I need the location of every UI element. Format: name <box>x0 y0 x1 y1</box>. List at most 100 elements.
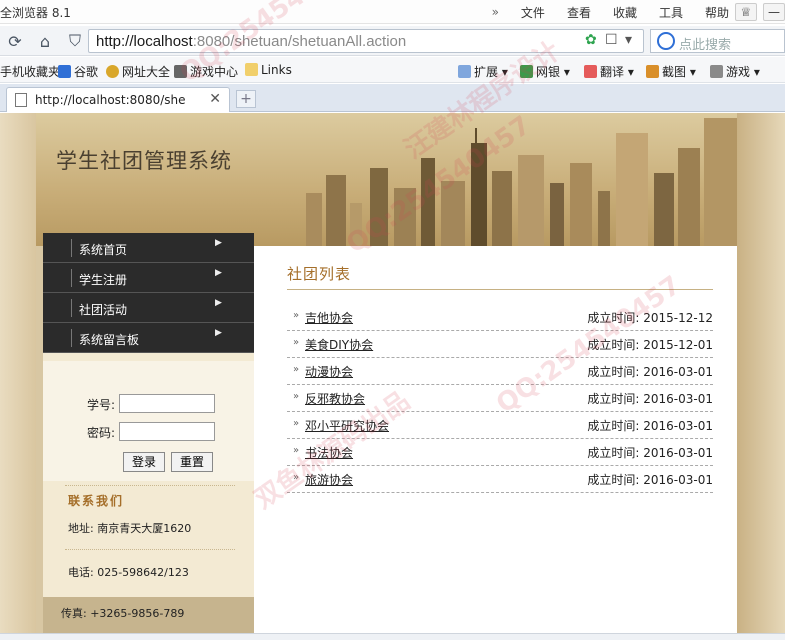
scissors-icon <box>646 65 659 78</box>
search-box[interactable]: 点此搜索 <box>650 29 785 53</box>
nav-item-label: 社团活动 <box>79 303 128 317</box>
nav-item-home[interactable]: 系统首页 ▶ <box>43 233 254 263</box>
menu-tools[interactable]: 工具 <box>659 4 683 21</box>
arrow-right-icon: ▶ <box>215 238 222 248</box>
nav-separator <box>71 329 72 347</box>
club-link[interactable]: 反邪教协会 <box>305 390 365 407</box>
menu-favorites[interactable]: 收藏 <box>613 4 637 21</box>
list-item: » 美食DIY协会 成立时间: 2015-12-01 <box>287 331 713 358</box>
divider <box>65 549 235 550</box>
shield-icon[interactable]: ⛉ <box>62 29 88 53</box>
club-founded: 成立时间: 2015-12-12 <box>587 311 713 325</box>
browser-titlebar: 全浏览器 8.1 » 文件 查看 收藏 工具 帮助 ♕ — <box>0 0 785 24</box>
club-link[interactable]: 书法协会 <box>305 444 353 461</box>
nav-separator <box>71 269 72 287</box>
menu-help[interactable]: 帮助 <box>705 4 729 21</box>
page-bg-right <box>737 113 785 633</box>
new-tab-button[interactable]: + <box>236 90 256 108</box>
divider <box>65 485 235 486</box>
address-bar[interactable]: http://localhost:8080/shetuan/shetuanAll… <box>88 29 644 53</box>
contact-heading: 联系我们 <box>68 494 125 508</box>
club-link[interactable]: 吉他协会 <box>305 309 353 326</box>
club-link[interactable]: 动漫协会 <box>305 363 353 380</box>
fav-sites[interactable]: 网址大全 <box>106 63 170 80</box>
tab-bar: http://localhost:8080/shetuan/shetuanAll… <box>0 84 785 112</box>
extension-icon <box>458 65 471 78</box>
speedup-icon[interactable]: ✿ <box>585 32 597 48</box>
club-list: » 吉他协会 成立时间: 2015-12-12 » 美食DIY协会 成立时间: … <box>287 304 713 493</box>
minimize-icon[interactable]: — <box>763 3 785 21</box>
shirt-skin-icon[interactable]: ♕ <box>735 3 757 21</box>
main-content: 社团列表 » 吉他协会 成立时间: 2015-12-12 » 美食DIY协会 成… <box>254 246 737 633</box>
page-icon <box>15 93 27 107</box>
gamepad-icon <box>174 65 187 78</box>
page-bg-left <box>0 113 36 633</box>
menu-file[interactable]: 文件 <box>521 4 545 21</box>
toolbar-screenshot[interactable]: 截图 ▾ <box>646 63 696 80</box>
tab-active[interactable]: http://localhost:8080/shetuan/shetuanAll… <box>6 87 230 112</box>
status-bar <box>0 633 785 640</box>
google-icon <box>58 65 71 78</box>
refresh-icon[interactable]: ⟳ <box>2 29 28 53</box>
club-founded: 成立时间: 2016-03-01 <box>587 446 713 460</box>
contact-phone: 电话: 025-598642/123 <box>68 566 189 579</box>
bullet-icon: » <box>293 472 300 483</box>
password-label: 密码: <box>87 426 116 440</box>
toolbar-extensions[interactable]: 扩展 ▾ <box>458 63 508 80</box>
fav-google[interactable]: 谷歌 <box>58 63 98 80</box>
address-url[interactable]: http://localhost:8080/shetuan/shetuanAll… <box>96 33 406 50</box>
toolbar-banking[interactable]: 网银 ▾ <box>520 63 570 80</box>
password-input[interactable] <box>119 422 215 441</box>
compat-mode-icon[interactable]: ☐ <box>605 32 618 48</box>
page-heading: 社团列表 <box>287 265 352 283</box>
list-item: » 吉他协会 成立时间: 2015-12-12 <box>287 304 713 331</box>
menu-chevron-icon[interactable]: » <box>492 5 499 19</box>
site-title: 学生社团管理系统 <box>56 149 232 173</box>
search-engine-icon[interactable] <box>657 32 675 50</box>
menu-view[interactable]: 查看 <box>567 4 591 21</box>
club-founded: 成立时间: 2016-03-01 <box>587 473 713 487</box>
arrow-right-icon: ▶ <box>215 298 222 308</box>
login-button[interactable]: 登录 <box>123 452 166 472</box>
close-tab-icon[interactable]: ✕ <box>209 91 221 107</box>
list-item: » 书法协会 成立时间: 2016-03-01 <box>287 439 713 466</box>
skyline-image <box>306 118 737 246</box>
address-dropdown-icon[interactable]: ▾ <box>625 32 632 48</box>
reset-button[interactable]: 重置 <box>171 452 214 472</box>
fav-links[interactable]: Links <box>245 63 292 77</box>
translate-icon <box>584 65 597 78</box>
student-id-input[interactable] <box>119 394 215 413</box>
toolbar-games[interactable]: 游戏 ▾ <box>710 63 760 80</box>
contact-fax: 传真: +3265-9856-789 <box>61 607 185 620</box>
nav-item-activities[interactable]: 社团活动 ▶ <box>43 293 254 323</box>
site-banner: 学生社团管理系统 <box>36 113 737 246</box>
home-icon[interactable]: ⌂ <box>32 29 58 53</box>
nav-item-label: 系统留言板 <box>79 333 140 347</box>
list-item: » 邓小平研究协会 成立时间: 2016-03-01 <box>287 412 713 439</box>
contact-fax-bar: 传真: +3265-9856-789 <box>43 597 254 633</box>
arrow-right-icon: ▶ <box>215 328 222 338</box>
club-link[interactable]: 美食DIY协会 <box>305 336 373 353</box>
list-item: » 动漫协会 成立时间: 2016-03-01 <box>287 358 713 385</box>
nav-item-register[interactable]: 学生注册 ▶ <box>43 263 254 293</box>
bullet-icon: » <box>293 337 300 348</box>
browser-menu: » 文件 查看 收藏 工具 帮助 ♕ — <box>492 0 785 24</box>
sidebar: 系统首页 ▶ 学生注册 ▶ 社团活动 ▶ 系统留言板 ▶ 学号: 密码: 登录 … <box>43 233 254 633</box>
club-link[interactable]: 旅游协会 <box>305 471 353 488</box>
web-page: 学生社团管理系统 系统首页 ▶ 学生注册 ▶ 社团活动 ▶ 系统留言板 ▶ 学号… <box>0 113 785 633</box>
bullet-icon: » <box>293 310 300 321</box>
fav-games[interactable]: 游戏中心 <box>174 63 238 80</box>
nav-item-label: 系统首页 <box>79 243 128 257</box>
nav-separator <box>71 299 72 317</box>
club-founded: 成立时间: 2016-03-01 <box>587 392 713 406</box>
favorites-bar: 手机收藏夹 谷歌 网址大全 游戏中心 Links 扩展 ▾ 网银 ▾ 翻译 ▾ … <box>0 57 785 83</box>
club-founded: 成立时间: 2016-03-01 <box>587 419 713 433</box>
contact-address: 地址: 南京青天大厦1620 <box>68 522 192 535</box>
club-link[interactable]: 邓小平研究协会 <box>305 417 389 434</box>
toolbar-translate[interactable]: 翻译 ▾ <box>584 63 634 80</box>
tab-title: http://localhost:8080/shetuan/shetuanAll… <box>35 93 185 107</box>
fav-mobile[interactable]: 手机收藏夹 <box>0 63 60 80</box>
nav-item-guestbook[interactable]: 系统留言板 ▶ <box>43 323 254 353</box>
bullet-icon: » <box>293 445 300 456</box>
list-item: » 反邪教协会 成立时间: 2016-03-01 <box>287 385 713 412</box>
